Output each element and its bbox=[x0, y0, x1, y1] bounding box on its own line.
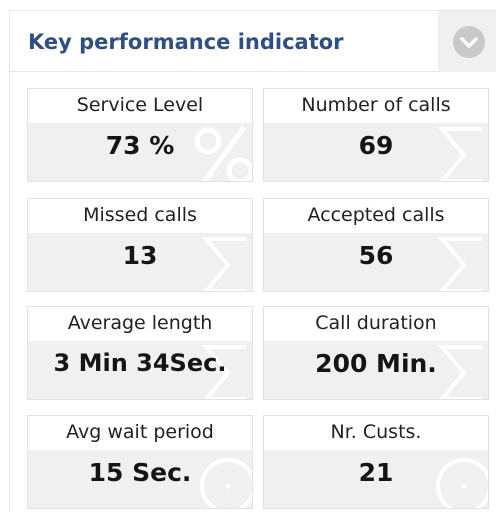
kpi-widget: Key performance indicator Service Level … bbox=[0, 0, 496, 512]
widget-header: Key performance indicator bbox=[9, 10, 496, 73]
kpi-value: 3 Min 34Sec. bbox=[53, 349, 227, 377]
kpi-value: 13 bbox=[122, 241, 158, 270]
kpi-tile-average-length: Average length 3 Min 34Sec. bbox=[27, 306, 253, 400]
kpi-value: 21 bbox=[358, 458, 394, 487]
kpi-tile-missed-calls: Missed calls 13 bbox=[27, 198, 253, 292]
kpi-tile-accepted-calls: Accepted calls 56 bbox=[263, 198, 489, 292]
kpi-label: Service Level bbox=[76, 94, 204, 116]
kpi-tile-number-of-calls: Number of calls 69 bbox=[263, 88, 489, 182]
widget-title: Key performance indicator bbox=[28, 30, 344, 54]
kpi-label: Accepted calls bbox=[307, 204, 445, 226]
kpi-label: Avg wait period bbox=[66, 421, 214, 443]
collapse-button[interactable] bbox=[438, 11, 496, 73]
kpi-value: 15 Sec. bbox=[88, 458, 192, 487]
kpi-label: Number of calls bbox=[301, 94, 451, 116]
kpi-tile-service-level: Service Level 73 % bbox=[27, 88, 253, 182]
kpi-label: Nr. Custs. bbox=[330, 421, 422, 443]
kpi-tile-call-duration: Call duration 200 Min. bbox=[263, 306, 489, 400]
chevron-down-icon[interactable] bbox=[453, 26, 485, 58]
kpi-label: Missed calls bbox=[83, 204, 197, 226]
kpi-label: Average length bbox=[67, 312, 213, 334]
kpi-tile-avg-wait-period: Avg wait period 15 Sec. bbox=[27, 415, 253, 509]
kpi-value: 200 Min. bbox=[315, 349, 437, 378]
kpi-grid: Service Level 73 % Number of calls 69 Mi… bbox=[9, 72, 496, 512]
kpi-value: 56 bbox=[358, 241, 394, 270]
kpi-tile-nr-custs: Nr. Custs. 21 bbox=[263, 415, 489, 509]
kpi-value: 73 % bbox=[105, 131, 175, 160]
kpi-value: 69 bbox=[358, 131, 394, 160]
kpi-label: Call duration bbox=[315, 312, 437, 334]
